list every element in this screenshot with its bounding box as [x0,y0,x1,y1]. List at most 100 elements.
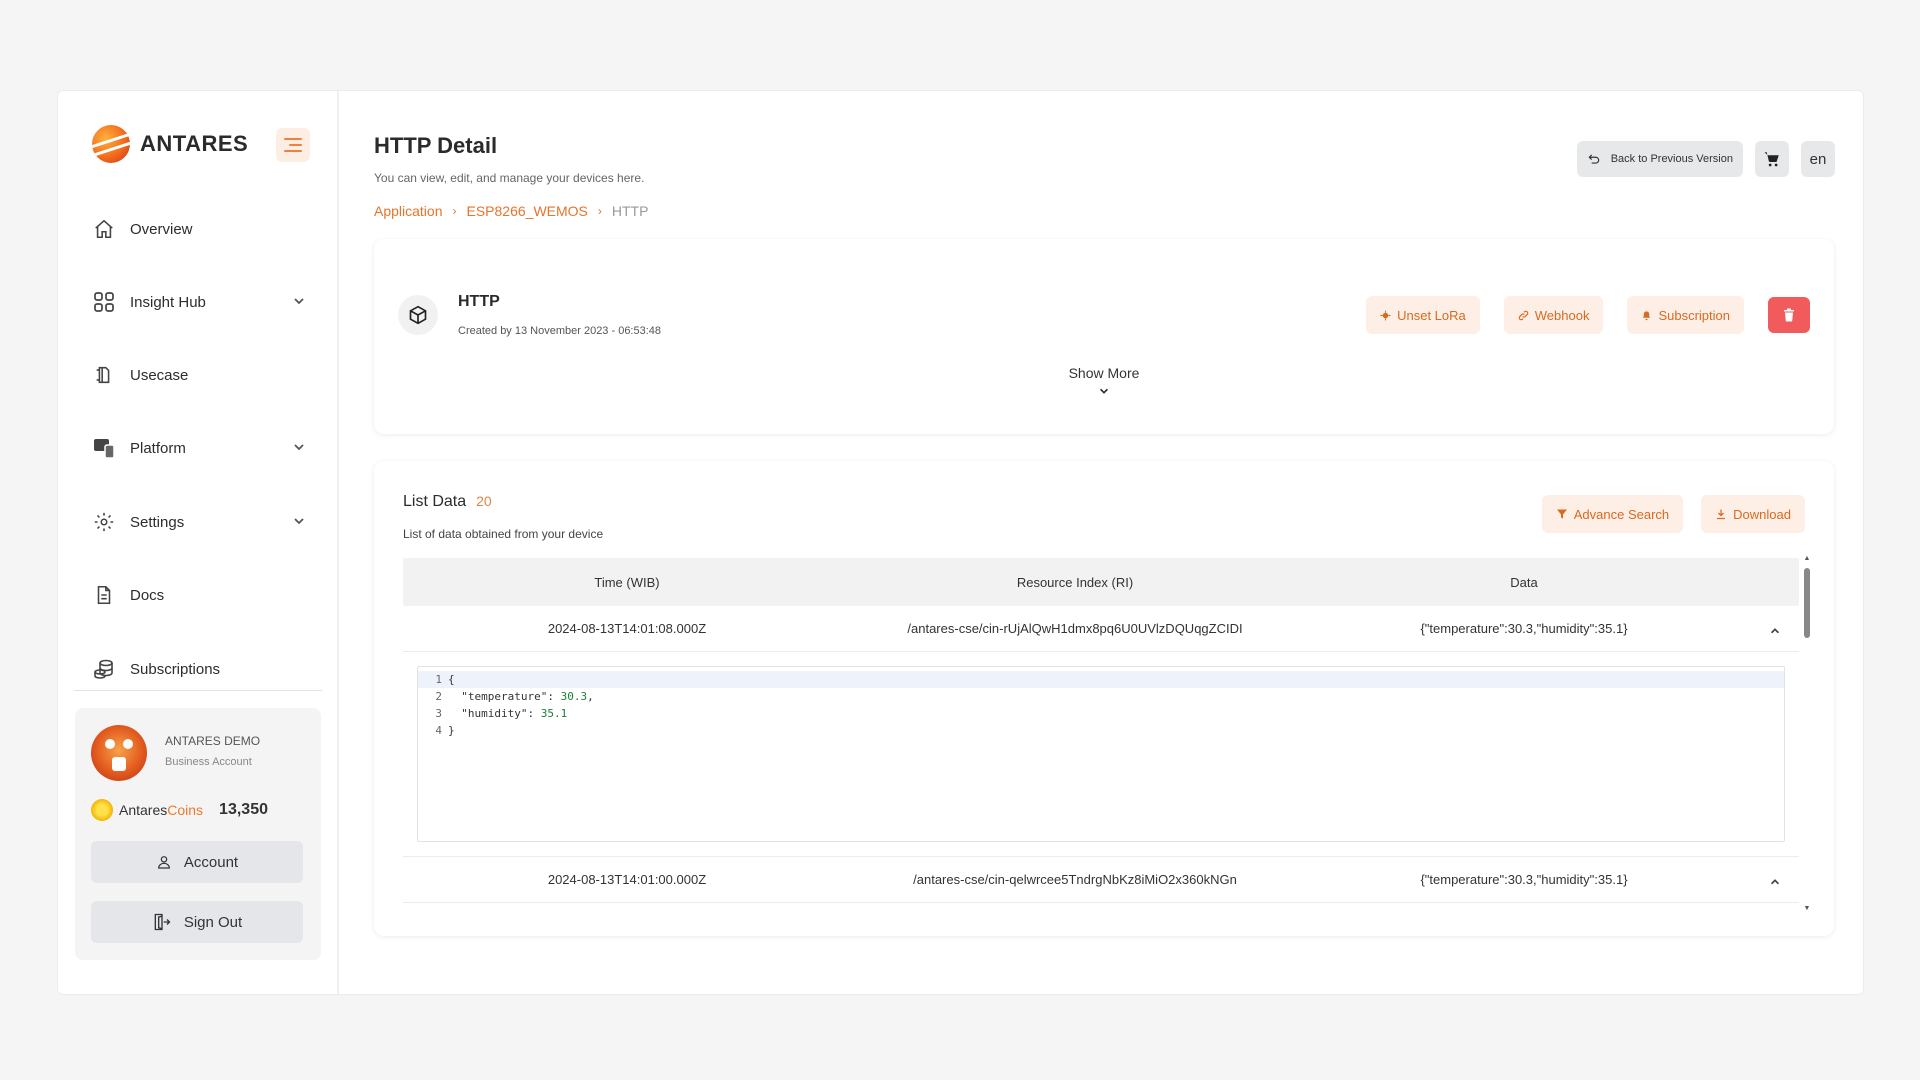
scroll-down-arrow-icon[interactable]: ▼ [1803,905,1811,912]
devices-icon [92,436,116,460]
gear-icon [1380,309,1391,321]
cell-data: {"temperature":30.3,"humidity":35.1} [1420,872,1628,887]
bell-icon [1643,310,1651,320]
sidebar-item-label: Overview [130,220,193,238]
coin-icon [91,799,113,821]
breadcrumb-application[interactable]: Application [374,203,443,219]
device-created-date: Created by 13 November 2023 - 06:53:48 [458,325,662,337]
app-window: ANTARES Overview Insight Hub Usecase Pla… [57,90,1864,995]
trash-icon [1784,308,1794,322]
code-line: 2 "temperature": 30.3, [435,690,594,703]
user-icon [157,856,170,869]
breadcrumb: Application › ESP8266_WEMOS › HTTP [374,203,648,219]
chevron-down-icon [294,298,304,305]
delete-device-button[interactable] [1768,297,1810,333]
chevron-down-icon [1099,388,1109,394]
brand-logo[interactable]: ANTARES [92,125,248,163]
home-icon [92,217,116,241]
download-icon [1717,509,1726,520]
coins-stack-icon [92,657,116,681]
sidebar-item-docs[interactable]: Docs [92,575,306,615]
page-title: HTTP Detail [374,133,498,158]
undo-icon [1588,154,1599,164]
cell-resource-index: /antares-cse/cin-rUjAlQwH1dmx8pq6U0UVlzD… [907,621,1243,636]
sidebar: ANTARES Overview Insight Hub Usecase Pla… [58,91,339,994]
chevron-right-icon: › [597,204,602,218]
list-data-subtitle: List of data obtained from your device [403,527,604,541]
coins-balance: AntaresCoins 13,350 [91,799,268,821]
sidebar-item-subscriptions[interactable]: Subscriptions [92,649,306,689]
webhook-button[interactable]: Webhook [1503,296,1604,334]
sidebar-divider [74,690,322,691]
json-code-editor[interactable]: 1 { 2 "temperature": 30.3, 3 "humidity":… [417,666,1785,842]
back-to-previous-version-button[interactable]: Back to Previous Version [1576,141,1743,177]
language-selector[interactable]: en [1801,141,1835,177]
sign-out-icon [154,913,171,931]
sidebar-item-overview[interactable]: Overview [92,209,306,249]
table-row[interactable]: 2024-08-13T14:01:00.000Z /antares-cse/ci… [403,857,1799,903]
chevron-right-icon: › [452,204,457,218]
table-row[interactable]: 2024-08-13T14:01:08.000Z /antares-cse/ci… [403,606,1799,652]
document-icon [92,583,116,607]
list-actions: Advance Search Download [1541,495,1805,533]
sign-out-button[interactable]: Sign Out [91,901,303,943]
filter-icon [1556,509,1567,519]
data-table[interactable]: Time (WIB) Resource Index (RI) Data 2024… [403,558,1799,908]
cell-resource-index: /antares-cse/cin-qelwrcee5TndrgNbKz8iMiO… [913,872,1237,887]
menu-toggle-button[interactable] [276,128,310,162]
cart-button[interactable] [1755,141,1789,177]
profile-card: ANTARES DEMO Business Account AntaresCoi… [75,708,321,960]
table-scrollbar[interactable]: ▲ ▼ [1803,555,1811,912]
sidebar-item-label: Settings [130,513,185,531]
hamburger-icon [284,138,302,140]
cell-data: {"temperature":30.3,"humidity":35.1} [1420,621,1628,636]
page-subtitle: You can view, edit, and manage your devi… [374,171,645,185]
device-actions: Unset LoRa Webhook Subscription [1366,296,1810,334]
scrollbar-thumb[interactable] [1804,568,1810,638]
show-more-toggle[interactable]: Show More [374,365,1834,397]
download-button[interactable]: Download [1701,495,1805,533]
code-line: 3 "humidity": 35.1 [435,707,568,720]
breadcrumb-device[interactable]: ESP8266_WEMOS [467,203,588,219]
sidebar-item-label: Usecase [130,366,189,384]
list-data-card: List Data 20 List of data obtained from y… [374,461,1834,936]
brand-name: ANTARES [140,131,249,156]
column-header-time[interactable]: Time (WIB) [403,575,851,590]
unset-lora-button[interactable]: Unset LoRa [1366,296,1480,334]
column-header-data[interactable]: Data [1299,575,1749,590]
account-button[interactable]: Account [91,841,303,883]
breadcrumb-current: HTTP [611,203,649,219]
cell-time: 2024-08-13T14:01:00.000Z [547,872,707,887]
gear-icon [92,510,116,534]
sidebar-item-label: Subscriptions [130,660,221,678]
main-content: HTTP Detail You can view, edit, and mana… [341,91,1863,994]
device-info-card: HTTP Created by 13 November 2023 - 06:53… [374,239,1834,434]
sidebar-item-settings[interactable]: Settings [92,502,306,542]
grid-icon [92,290,116,314]
subscription-button[interactable]: Subscription [1627,296,1744,334]
sidebar-item-platform[interactable]: Platform [92,428,306,468]
usecase-icon [92,363,116,387]
sidebar-item-label: Docs [130,586,165,604]
sidebar-item-insight-hub[interactable]: Insight Hub [92,282,306,322]
code-line: 4 } [435,724,455,737]
sidebar-item-label: Platform [130,439,186,457]
top-actions: Back to Previous Version en [1576,141,1835,177]
device-name: HTTP [458,293,500,310]
code-line: 1 { [418,671,1784,688]
table-header: Time (WIB) Resource Index (RI) Data [403,558,1799,606]
chevron-up-icon[interactable] [1769,625,1781,637]
avatar[interactable] [91,725,147,781]
advance-search-button[interactable]: Advance Search [1541,495,1684,533]
account-type: Business Account [165,756,252,768]
link-icon [1518,310,1529,320]
chevron-down-icon [294,518,304,525]
sidebar-item-label: Insight Hub [130,293,206,311]
scroll-up-arrow-icon[interactable]: ▲ [1803,555,1811,562]
column-header-resource-index[interactable]: Resource Index (RI) [851,575,1299,590]
chevron-up-icon[interactable] [1769,876,1781,888]
list-data-count: 20 [476,493,492,509]
list-data-title: List Data 20 [403,493,492,510]
sidebar-item-usecase[interactable]: Usecase [92,355,306,395]
cart-icon [1764,152,1779,167]
